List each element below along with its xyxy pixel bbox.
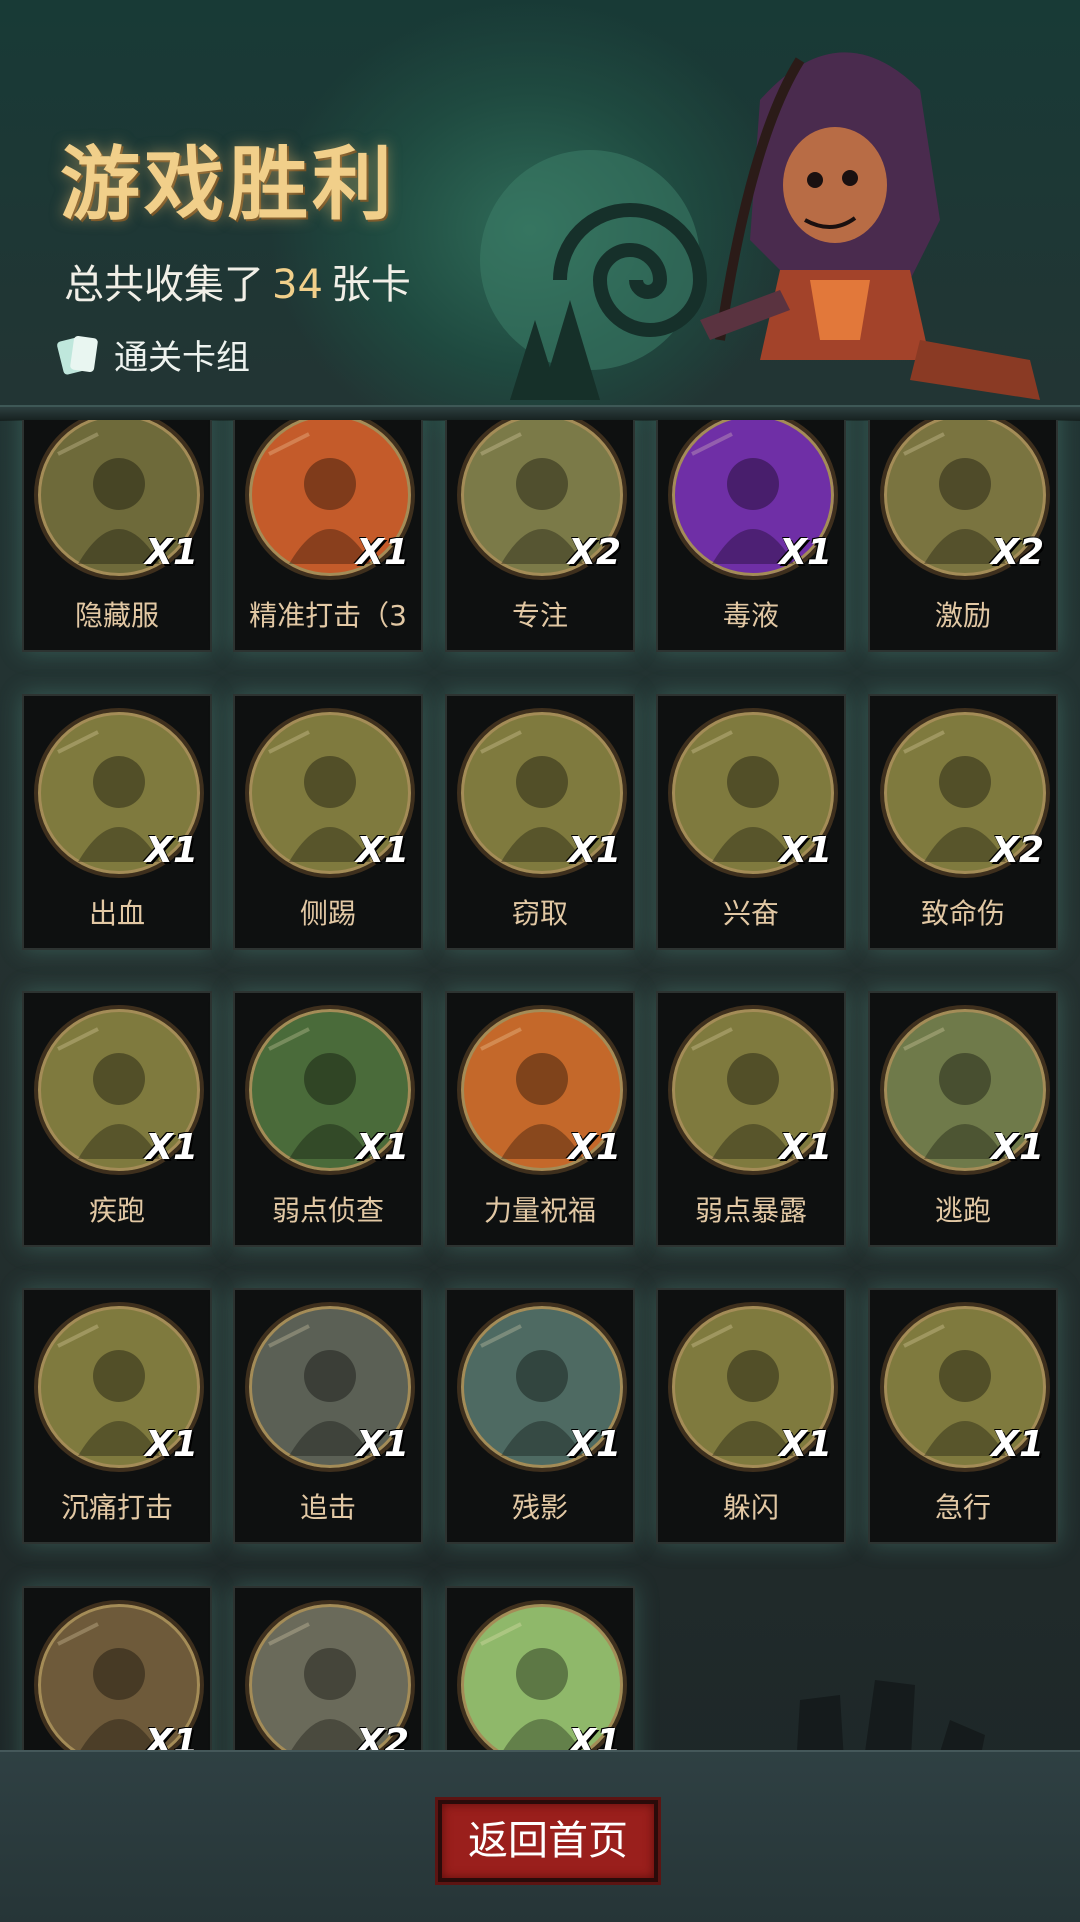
card-quantity: X1 (779, 1424, 832, 1465)
card-name: 疾跑 (88, 1194, 145, 1227)
collected-card[interactable]: X1 急行 (868, 1288, 1058, 1544)
card-name: 专注 (511, 599, 568, 632)
card-name: 沉痛打击 (60, 1491, 173, 1524)
collected-card[interactable]: X1 力量祝福 (445, 991, 635, 1247)
card-quantity: X1 (991, 1127, 1044, 1168)
card-name: 激励 (934, 599, 991, 632)
card-name: 致命伤 (920, 897, 1005, 930)
card-quantity: X1 (568, 1722, 621, 1750)
cards-icon (56, 333, 100, 377)
card-quantity: X1 (145, 1424, 198, 1465)
card-quantity: X2 (991, 830, 1044, 871)
collected-card[interactable]: X1 逃跑 (868, 991, 1058, 1247)
collected-card[interactable]: X1 躲闪 (656, 1288, 846, 1544)
page-title: 游戏胜利 (60, 138, 396, 231)
card-quantity: X1 (356, 830, 409, 871)
clear-deck-label: 通关卡组 (114, 338, 250, 378)
collected-card[interactable]: X1 弱点暴露 (656, 991, 846, 1247)
return-home-button[interactable]: 返回首页 (438, 1800, 658, 1882)
collected-card[interactable]: X1 残影 (445, 1288, 635, 1544)
card-quantity: X1 (145, 830, 198, 871)
collected-card[interactable]: X1 精准打击（3 (233, 420, 423, 652)
card-quantity: X1 (779, 830, 832, 871)
collected-card[interactable]: X1 出血 (22, 694, 212, 950)
card-quantity: X1 (145, 1722, 198, 1750)
collected-card[interactable]: X2 激励 (868, 420, 1058, 652)
card-name: 弱点暴露 (694, 1194, 807, 1227)
card-name: 残影 (511, 1491, 568, 1524)
card-quantity: X2 (991, 532, 1044, 573)
card-name: 弱点侦查 (271, 1194, 384, 1227)
header-divider (0, 405, 1080, 421)
collected-card[interactable]: X1 沉痛打击 (22, 1288, 212, 1544)
card-name: 追击 (299, 1491, 356, 1524)
card-quantity: X2 (568, 532, 621, 573)
card-name: 毒液 (722, 599, 779, 632)
card-quantity: X1 (568, 830, 621, 871)
card-quantity: X1 (356, 1127, 409, 1168)
collected-card[interactable]: X1 弱点侦查 (233, 991, 423, 1247)
archer-hero-icon (700, 52, 1040, 400)
card-name: 精准打击（3 (249, 599, 407, 632)
collected-card[interactable]: X2 专注 (445, 420, 635, 652)
collected-card[interactable]: X1模仿 (22, 1586, 212, 1750)
card-quantity: X1 (356, 532, 409, 573)
collected-card[interactable]: X1 追击 (233, 1288, 423, 1544)
card-name: 侧踢 (299, 897, 356, 930)
card-collection-grid[interactable]: X1 隐藏服 X1 精准打击（3 X2 专注 X1 毒液 X2 激励 X1 出血 X1 侧踢 X1 窃取 X1 兴… (0, 420, 1080, 1750)
card-name: 力量祝福 (483, 1194, 596, 1227)
collected-card[interactable]: X1预备治疗 (445, 1586, 635, 1750)
card-quantity: X1 (145, 1127, 198, 1168)
collected-card[interactable]: X1 窃取 (445, 694, 635, 950)
card-name: 急行 (934, 1491, 991, 1524)
card-name: 逃跑 (934, 1194, 991, 1227)
card-name: 躲闪 (722, 1491, 779, 1524)
card-quantity: X1 (145, 532, 198, 573)
card-quantity: X1 (779, 532, 832, 573)
card-count-summary: 总共收集了 34 张卡 (64, 252, 411, 310)
collected-card[interactable]: X2 致命伤 (868, 694, 1058, 950)
subtitle-prefix: 总共收集了 (64, 262, 264, 308)
card-quantity: X1 (568, 1127, 621, 1168)
card-count: 34 (272, 262, 323, 308)
card-quantity: X1 (568, 1424, 621, 1465)
subtitle-suffix: 张卡 (330, 262, 411, 308)
card-name: 隐藏服 (74, 599, 159, 632)
collected-card[interactable]: X1 侧踢 (233, 694, 423, 950)
footer-bar: 返回首页 (0, 1750, 1080, 1922)
collected-card[interactable]: X1 隐藏服 (22, 420, 212, 652)
card-name: 窃取 (511, 897, 568, 930)
card-name: 兴奋 (722, 897, 779, 930)
collected-card[interactable]: X1 兴奋 (656, 694, 846, 950)
collected-card[interactable]: X2缴械 (233, 1586, 423, 1750)
card-quantity: X1 (991, 1424, 1044, 1465)
card-name: 出血 (88, 897, 145, 930)
collected-card[interactable]: X1 毒液 (656, 420, 846, 652)
victory-header: 游戏胜利 总共收集了 34 张卡 通关卡组 (0, 0, 1080, 421)
clear-deck-button[interactable]: 通关卡组 (56, 330, 250, 379)
card-quantity: X2 (356, 1722, 409, 1750)
collected-card[interactable]: X1 疾跑 (22, 991, 212, 1247)
card-quantity: X1 (779, 1127, 832, 1168)
card-quantity: X1 (356, 1424, 409, 1465)
